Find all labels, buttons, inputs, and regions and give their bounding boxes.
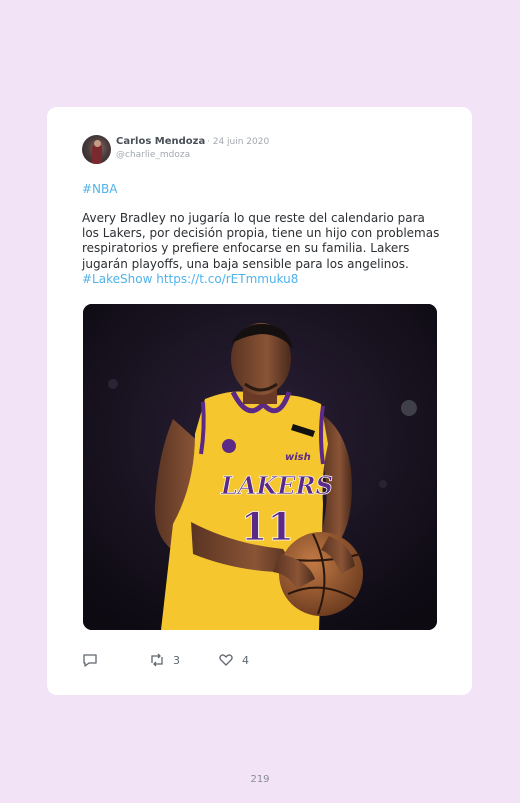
like-button[interactable]: 4 (218, 652, 249, 668)
tweet-image[interactable]: wish LAKERS 11 (83, 304, 437, 630)
author-name[interactable]: Carlos Mendoza (116, 136, 205, 147)
tweet-link[interactable]: https://t.co/rETmmuku8 (156, 272, 298, 286)
like-count: 4 (242, 653, 249, 667)
hashtag-nba[interactable]: #NBA (82, 182, 117, 196)
retweet-icon (149, 652, 165, 668)
hashtag-lakeshow[interactable]: #LakeShow (82, 272, 152, 286)
tweet-actions: 3 4 (82, 652, 442, 668)
jersey-sponsor: wish (285, 452, 311, 463)
tweet-date[interactable]: · 24 juin 2020 (207, 137, 269, 147)
heart-icon (218, 652, 234, 668)
avatar-head (94, 140, 101, 147)
reply-icon (82, 652, 98, 668)
author-handle[interactable]: @charlie_mdoza (116, 150, 190, 160)
retweet-button[interactable]: 3 (149, 652, 180, 668)
tweet-text: Avery Bradley no jugaría lo que reste de… (82, 211, 442, 287)
page-number: 219 (250, 774, 270, 785)
avatar-figure (92, 144, 102, 164)
avatar[interactable] (82, 135, 111, 164)
jersey-team-name: LAKERS (220, 471, 333, 500)
tweet-body: Avery Bradley no jugaría lo que reste de… (82, 211, 440, 271)
retweet-count: 3 (173, 653, 180, 667)
jersey-number: 11 (241, 504, 294, 549)
player-photo: wish LAKERS 11 (83, 304, 437, 630)
tweet-card: Carlos Mendoza · 24 juin 2020 @charlie_m… (47, 107, 472, 695)
reply-button[interactable] (82, 652, 98, 668)
